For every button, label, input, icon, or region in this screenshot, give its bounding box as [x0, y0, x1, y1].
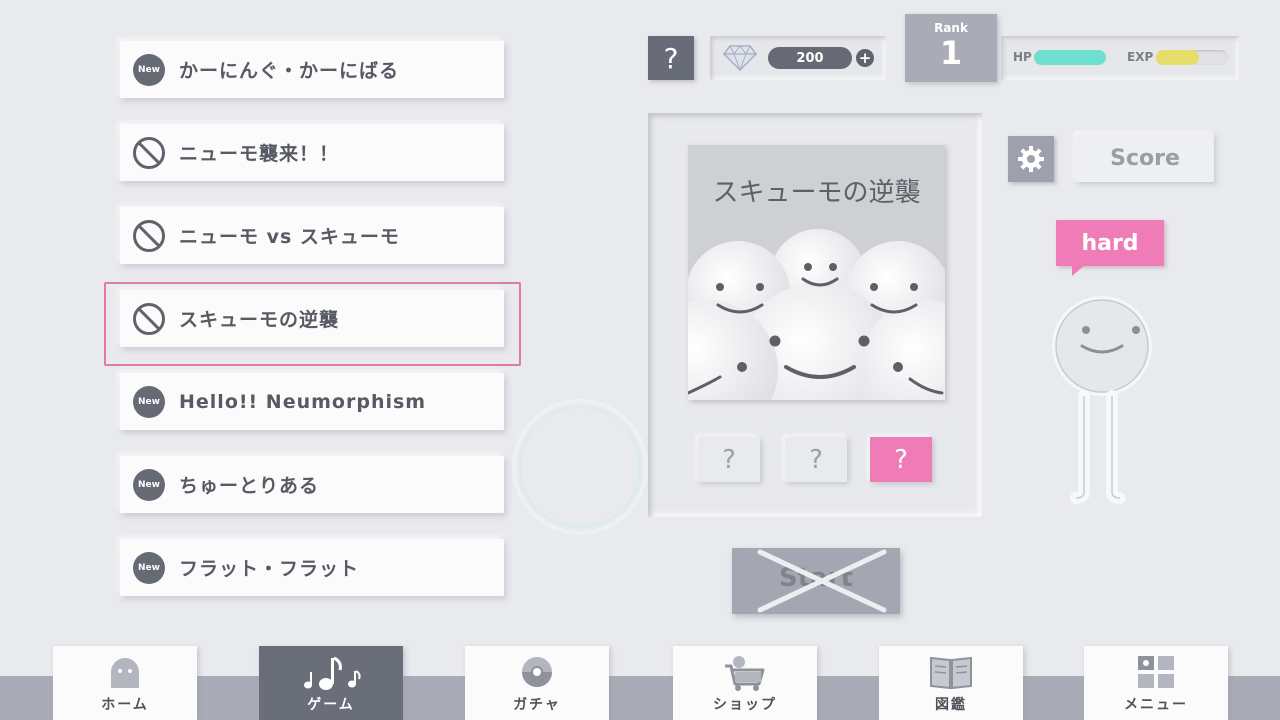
exp-bar-fill: [1156, 50, 1200, 65]
song-title: スキューモの逆襲: [179, 309, 340, 331]
currency-panel: 200 +: [710, 36, 886, 80]
song-title: Hello!! Neumorphism: [179, 390, 427, 413]
nav-encyclopedia-label: 図鑑: [935, 697, 967, 713]
new-badge: New: [133, 53, 165, 86]
song-jacket-image: スキューモの逆襲: [688, 145, 945, 400]
nav-game-label: ゲーム: [307, 697, 355, 713]
song-item-5[interactable]: New ちゅーとりある: [120, 456, 504, 513]
exp-label: EXP: [1127, 50, 1154, 64]
nav-encyclopedia[interactable]: 図鑑: [879, 646, 1023, 720]
hp-label: HP: [1013, 50, 1032, 64]
difficulty-button-hard[interactable]: ?: [870, 437, 932, 482]
add-gems-button[interactable]: +: [856, 49, 874, 67]
gear-icon: [1018, 146, 1044, 172]
stats-panel: HP EXP: [1001, 36, 1239, 80]
grid-icon: [1138, 656, 1174, 688]
touch-ripple-decoration: [512, 399, 648, 535]
song-title: ニューモ vs スキューモ: [179, 226, 400, 248]
song-item-6[interactable]: New フラット・フラット: [120, 539, 504, 596]
hp-bar: [1034, 50, 1106, 65]
score-button[interactable]: Score: [1076, 134, 1214, 182]
settings-button[interactable]: [1008, 136, 1054, 182]
song-title: かーにんぐ・かーにばる: [179, 60, 400, 82]
cart-icon: [725, 656, 765, 691]
song-item-2[interactable]: ニューモ vs スキューモ: [120, 207, 504, 264]
song-item-3[interactable]: スキューモの逆襲: [120, 290, 504, 347]
gem-count: 200: [768, 47, 852, 69]
song-item-4[interactable]: New Hello!! Neumorphism: [120, 373, 504, 430]
hp-bar-fill: [1034, 50, 1106, 65]
new-badge: New: [133, 468, 165, 501]
nav-menu[interactable]: メニュー: [1084, 646, 1228, 720]
song-title: ニューモ襲来！！: [179, 143, 340, 165]
book-icon: [930, 656, 972, 690]
nav-gacha-label: ガチャ: [513, 697, 561, 713]
rank-value: 1: [939, 34, 963, 72]
locked-icon: [133, 219, 165, 252]
help-button[interactable]: ?: [648, 36, 694, 80]
capsule-icon: [522, 657, 552, 687]
song-item-0[interactable]: New かーにんぐ・かーにばる: [120, 41, 504, 98]
disabled-cross-icon: [757, 549, 887, 613]
nav-menu-label: メニュー: [1124, 697, 1188, 713]
difficulty-button-easy[interactable]: ?: [698, 437, 760, 482]
home-icon: [111, 658, 139, 688]
song-item-1[interactable]: ニューモ襲来！！: [120, 124, 504, 181]
rank-badge: Rank 1: [905, 14, 997, 82]
nav-home-label: ホーム: [101, 697, 149, 713]
song-title: フラット・フラット: [179, 558, 360, 580]
nav-shop-label: ショップ: [713, 697, 777, 713]
exp-bar: [1156, 50, 1228, 65]
speech-bubble-tail: [1072, 264, 1086, 276]
diamond-icon: [723, 45, 757, 72]
nav-home[interactable]: ホーム: [53, 646, 197, 720]
jacket-title: スキューモの逆襲: [712, 178, 921, 208]
rank-label: Rank: [934, 21, 968, 35]
new-badge: New: [133, 551, 165, 584]
difficulty-button-normal[interactable]: ?: [785, 437, 847, 482]
locked-icon: [133, 302, 165, 335]
song-title: ちゅーとりある: [179, 475, 320, 497]
start-button[interactable]: Start: [732, 548, 900, 614]
locked-icon: [133, 136, 165, 169]
song-detail-panel: スキューモの逆襲 ? ? ?: [648, 113, 982, 517]
nav-shop[interactable]: ショップ: [673, 646, 817, 720]
nav-game[interactable]: ゲーム: [259, 646, 403, 720]
new-badge: New: [133, 385, 165, 418]
mascot-character: [1052, 296, 1152, 504]
music-notes-icon: [304, 656, 361, 690]
nav-gacha[interactable]: ガチャ: [465, 646, 609, 720]
difficulty-speech-bubble: hard: [1056, 220, 1164, 266]
